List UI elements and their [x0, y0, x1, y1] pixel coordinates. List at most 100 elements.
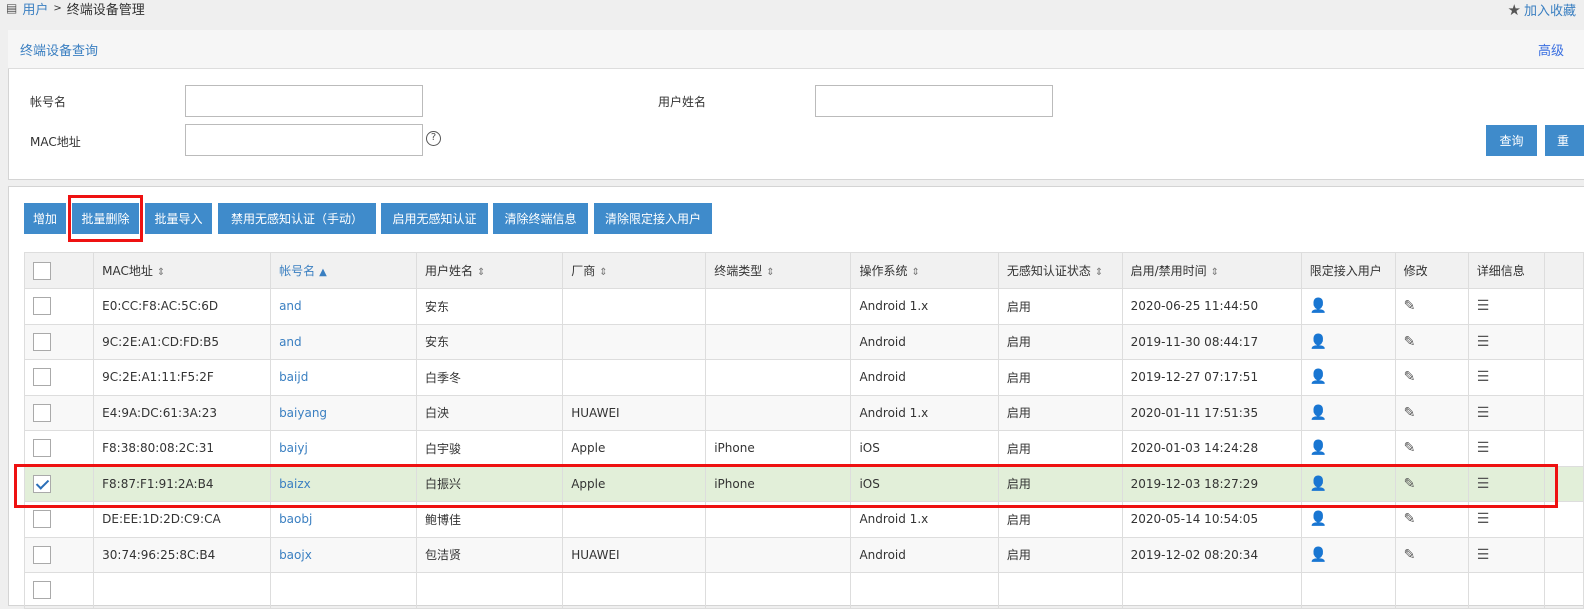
- account-cell[interactable]: baijd: [270, 359, 417, 396]
- row-select-cell[interactable]: [23, 394, 95, 431]
- table-row[interactable]: [23, 572, 1584, 609]
- detail-list-icon[interactable]: ☰: [1477, 369, 1490, 385]
- row-select-cell[interactable]: [23, 536, 95, 573]
- col-account[interactable]: 帐号名 ▲: [270, 252, 417, 289]
- row-checkbox[interactable]: [33, 581, 51, 600]
- name-input[interactable]: [815, 85, 1053, 117]
- table-row[interactable]: F8:38:80:08:2C:31 baiyj 白宇骏 Apple iPhone…: [23, 430, 1584, 467]
- batch-import-button[interactable]: 批量导入: [145, 203, 212, 234]
- more-cell: [1543, 430, 1584, 467]
- edit-cell[interactable]: ✎: [1394, 394, 1469, 431]
- breadcrumb-user-link[interactable]: 用户: [22, 0, 48, 18]
- row-select-cell[interactable]: [23, 288, 95, 325]
- enable-auth-button[interactable]: 启用无感知认证: [381, 203, 488, 234]
- edit-icon[interactable]: ✎: [1404, 369, 1416, 385]
- col-mac[interactable]: MAC地址 ⇕: [93, 252, 272, 289]
- row-checkbox[interactable]: [33, 403, 51, 422]
- row-checkbox[interactable]: [33, 332, 51, 351]
- detail-cell[interactable]: ☰: [1467, 430, 1545, 467]
- user-settings-icon[interactable]: 👤: [1310, 511, 1327, 527]
- detail-list-icon[interactable]: ☰: [1477, 547, 1490, 563]
- detail-cell[interactable]: ☰: [1467, 394, 1545, 431]
- name-cell: 安东: [415, 288, 564, 325]
- mac-cell: 9C:2E:A1:CD:FD:B5: [93, 323, 272, 360]
- edit-icon[interactable]: ✎: [1404, 298, 1416, 314]
- account-cell[interactable]: baiyang: [270, 394, 417, 431]
- mac-input[interactable]: [185, 124, 423, 156]
- advanced-search-link[interactable]: 高级: [1538, 40, 1564, 59]
- restricted-cell[interactable]: 👤: [1300, 323, 1396, 360]
- restricted-cell[interactable]: 👤: [1300, 536, 1396, 573]
- select-all-cell[interactable]: [23, 252, 95, 289]
- edit-icon[interactable]: ✎: [1404, 440, 1416, 456]
- select-all-checkbox[interactable]: [33, 261, 51, 280]
- row-checkbox[interactable]: [33, 297, 51, 316]
- detail-list-icon[interactable]: ☰: [1477, 440, 1490, 456]
- reset-button[interactable]: 重: [1545, 125, 1584, 156]
- search-button[interactable]: 查询: [1486, 125, 1537, 156]
- row-checkbox[interactable]: [33, 510, 51, 529]
- help-icon[interactable]: ?: [426, 131, 441, 146]
- breadcrumb-current: 终端设备管理: [66, 2, 145, 18]
- restricted-cell[interactable]: 👤: [1300, 288, 1396, 325]
- row-select-cell[interactable]: [23, 430, 95, 467]
- add-favorite[interactable]: ★ 加入收藏: [1508, 0, 1584, 20]
- row-select-cell[interactable]: [23, 572, 95, 609]
- user-settings-icon[interactable]: 👤: [1310, 298, 1327, 314]
- edit-cell[interactable]: ✎: [1394, 359, 1469, 396]
- edit-cell[interactable]: ✎: [1394, 288, 1469, 325]
- disable-auth-button[interactable]: 禁用无感知认证（手动）: [218, 203, 376, 234]
- table-row[interactable]: E0:CC:F8:AC:5C:6D and 安东 Android 1.x 启用 …: [23, 288, 1584, 325]
- account-cell[interactable]: and: [270, 288, 417, 325]
- table-row[interactable]: E4:9A:DC:61:3A:23 baiyang 白泱 HUAWEI Andr…: [23, 394, 1584, 431]
- table-row[interactable]: 9C:2E:A1:11:F5:2F baijd 白季冬 Android 启用 2…: [23, 359, 1584, 396]
- col-os[interactable]: 操作系统 ⇕: [850, 252, 999, 289]
- edit-icon[interactable]: ✎: [1404, 511, 1416, 527]
- clear-terminal-button[interactable]: 清除终端信息: [493, 203, 588, 234]
- edit-icon[interactable]: ✎: [1404, 547, 1416, 563]
- row-checkbox[interactable]: [33, 368, 51, 387]
- type-cell: [705, 536, 852, 573]
- detail-cell[interactable]: ☰: [1467, 536, 1545, 573]
- restricted-cell[interactable]: 👤: [1300, 359, 1396, 396]
- add-favorite-link[interactable]: 加入收藏: [1524, 0, 1584, 19]
- detail-list-icon[interactable]: ☰: [1477, 334, 1490, 350]
- account-cell[interactable]: baojx: [270, 536, 417, 573]
- restricted-cell[interactable]: 👤: [1300, 430, 1396, 467]
- col-time[interactable]: 启用/禁用时间 ⇕: [1121, 252, 1302, 289]
- col-name[interactable]: 用户姓名 ⇕: [415, 252, 564, 289]
- empty-cell: [415, 572, 564, 609]
- user-settings-icon[interactable]: 👤: [1310, 369, 1327, 385]
- detail-list-icon[interactable]: ☰: [1477, 298, 1490, 314]
- detail-cell[interactable]: ☰: [1467, 288, 1545, 325]
- add-button[interactable]: 增加: [24, 203, 66, 234]
- table-row[interactable]: 9C:2E:A1:CD:FD:B5 and 安东 Android 启用 2019…: [23, 323, 1584, 360]
- detail-cell[interactable]: ☰: [1467, 359, 1545, 396]
- row-select-cell[interactable]: [23, 323, 95, 360]
- user-settings-icon[interactable]: 👤: [1310, 334, 1327, 350]
- detail-list-icon[interactable]: ☰: [1477, 405, 1490, 421]
- clear-restricted-button[interactable]: 清除限定接入用户: [594, 203, 712, 234]
- os-cell: Android: [850, 323, 999, 360]
- user-settings-icon[interactable]: 👤: [1310, 405, 1327, 421]
- edit-cell[interactable]: ✎: [1394, 323, 1469, 360]
- restricted-cell[interactable]: 👤: [1300, 394, 1396, 431]
- edit-cell[interactable]: ✎: [1394, 536, 1469, 573]
- table-row[interactable]: 30:74:96:25:8C:B4 baojx 包洁贤 HUAWEI Andro…: [23, 536, 1584, 573]
- account-input[interactable]: [185, 85, 423, 117]
- account-cell[interactable]: baiyj: [270, 430, 417, 467]
- row-checkbox[interactable]: [33, 439, 51, 458]
- col-auth-status[interactable]: 无感知认证状态 ⇕: [997, 252, 1123, 289]
- edit-icon[interactable]: ✎: [1404, 405, 1416, 421]
- col-vendor[interactable]: 厂商 ⇕: [562, 252, 707, 289]
- user-settings-icon[interactable]: 👤: [1310, 547, 1327, 563]
- row-select-cell[interactable]: [23, 359, 95, 396]
- account-cell[interactable]: and: [270, 323, 417, 360]
- detail-cell[interactable]: ☰: [1467, 323, 1545, 360]
- user-settings-icon[interactable]: 👤: [1310, 440, 1327, 456]
- row-checkbox[interactable]: [33, 545, 51, 564]
- edit-icon[interactable]: ✎: [1404, 334, 1416, 350]
- detail-list-icon[interactable]: ☰: [1477, 511, 1490, 527]
- edit-cell[interactable]: ✎: [1394, 430, 1469, 467]
- col-type[interactable]: 终端类型 ⇕: [705, 252, 852, 289]
